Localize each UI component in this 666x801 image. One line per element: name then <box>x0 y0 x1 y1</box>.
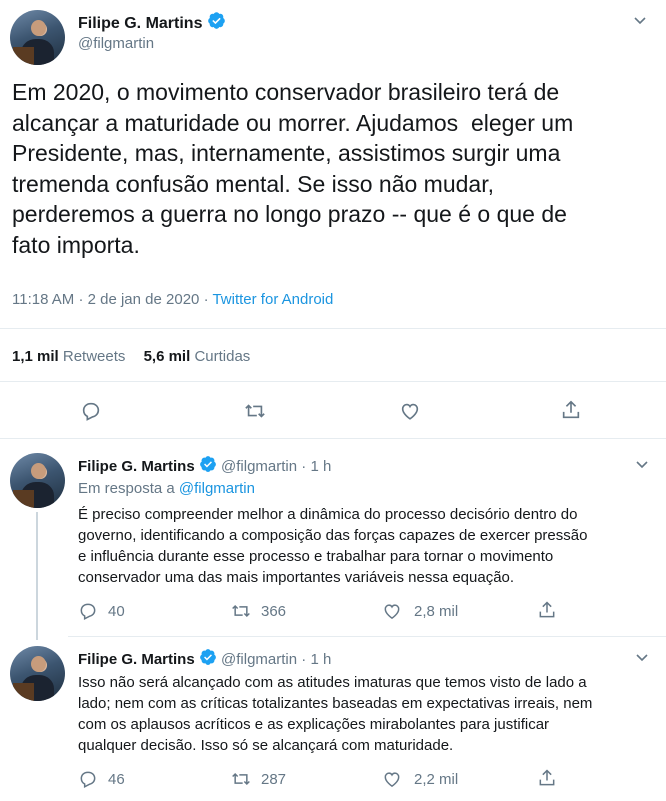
tweet-time-ago[interactable]: 1 h <box>310 651 331 668</box>
retweet-icon <box>245 404 265 418</box>
verified-badge-icon <box>199 455 217 479</box>
reply-button[interactable] <box>80 400 102 422</box>
verified-badge-icon <box>207 11 226 37</box>
heart-icon <box>384 772 400 787</box>
reply-count: 40 <box>108 602 125 620</box>
retweet-button[interactable]: 287 <box>230 769 286 789</box>
tweet-text-line: Em 2020, o movimento conservador brasile… <box>12 79 560 105</box>
chevron-down-icon[interactable] <box>634 456 650 477</box>
author-name[interactable]: Filipe G. Martins <box>78 15 202 32</box>
main-tweet-avatar[interactable] <box>10 10 65 65</box>
reply-button[interactable]: 46 <box>78 769 125 789</box>
reply-icon <box>80 603 96 620</box>
tweet-text-line: tremenda confusão mental. Se isso não mu… <box>12 170 495 197</box>
tweet-source-link[interactable]: Twitter for Android <box>212 291 333 308</box>
likes-stat[interactable]: 5,6 mil Curtidas <box>144 348 251 365</box>
retweet-icon <box>232 772 250 786</box>
reply-avatar[interactable] <box>10 453 65 508</box>
tweet-time[interactable]: 11:18 AM <box>12 291 74 308</box>
share-icon <box>562 400 580 419</box>
reply-header: Filipe G. Martins @filgmartin · 1 h <box>78 455 331 479</box>
reply-text: Isso não será alcançado com as atitudes … <box>78 674 593 754</box>
author-name[interactable]: Filipe G. Martins <box>78 651 195 668</box>
reply-icon <box>80 771 96 788</box>
heart-icon <box>384 604 400 619</box>
verified-badge-icon <box>199 648 217 672</box>
tweet-text-line: fato importa. <box>12 231 140 258</box>
tweet-date[interactable]: 2 de jan de 2020 <box>88 291 200 308</box>
author-name[interactable]: Filipe G. Martins <box>78 458 195 475</box>
like-count: 2,2 mil <box>414 770 459 788</box>
reply-avatar[interactable] <box>10 646 65 701</box>
reply-count: 46 <box>108 770 125 788</box>
main-tweet-text: Em 2020, o movimento conservador brasile… <box>12 77 573 260</box>
tweet-text-line: perderemos a guerra no longo prazo -- qu… <box>12 201 567 227</box>
tweet-text-line: alcançar a maturidade ou morrer. Ajudamo… <box>12 109 574 136</box>
share-button[interactable] <box>537 600 557 620</box>
tweet-metadata: 11:18 AM · 2 de jan de 2020 · Twitter fo… <box>12 291 334 308</box>
like-button[interactable]: 2,8 mil <box>382 601 458 621</box>
tweet-time-ago[interactable]: 1 h <box>310 458 331 475</box>
chevron-down-icon[interactable] <box>634 649 650 670</box>
share-icon <box>539 601 555 618</box>
reply-button[interactable]: 40 <box>78 601 125 621</box>
retweet-count: 366 <box>261 602 287 620</box>
retweet-count: 287 <box>261 770 287 788</box>
retweet-button[interactable]: 366 <box>230 601 286 621</box>
like-button[interactable] <box>399 400 421 422</box>
author-handle[interactable]: @filgmartin <box>78 35 154 52</box>
reply-text: É preciso compreender melhor a dinâmica … <box>78 506 588 586</box>
retweet-icon <box>232 604 250 618</box>
heart-icon <box>401 403 419 420</box>
like-count: 2,8 mil <box>414 602 459 620</box>
like-button[interactable]: 2,2 mil <box>382 769 458 789</box>
share-icon <box>539 769 555 786</box>
author-handle[interactable]: @filgmartin <box>221 651 297 668</box>
engagement-stats: 1,1 mil Retweets 5,6 mil Curtidas <box>12 348 250 365</box>
reply-to-handle[interactable]: @filgmartin <box>179 480 255 497</box>
tweet-text-line: Presidente, mas, internamente, assistimo… <box>12 140 561 166</box>
share-button[interactable] <box>537 768 557 788</box>
chevron-down-icon[interactable] <box>632 12 648 33</box>
reply-to-line: Em resposta a @filgmartin <box>78 480 255 497</box>
retweet-button[interactable] <box>243 400 267 422</box>
reply-header: Filipe G. Martins @filgmartin · 1 h <box>78 648 331 672</box>
reply-icon <box>82 402 100 421</box>
share-button[interactable] <box>560 399 582 421</box>
author-handle[interactable]: @filgmartin <box>221 458 297 475</box>
main-tweet-header: Filipe G. Martins <box>78 11 226 37</box>
retweets-stat[interactable]: 1,1 mil Retweets <box>12 348 130 365</box>
